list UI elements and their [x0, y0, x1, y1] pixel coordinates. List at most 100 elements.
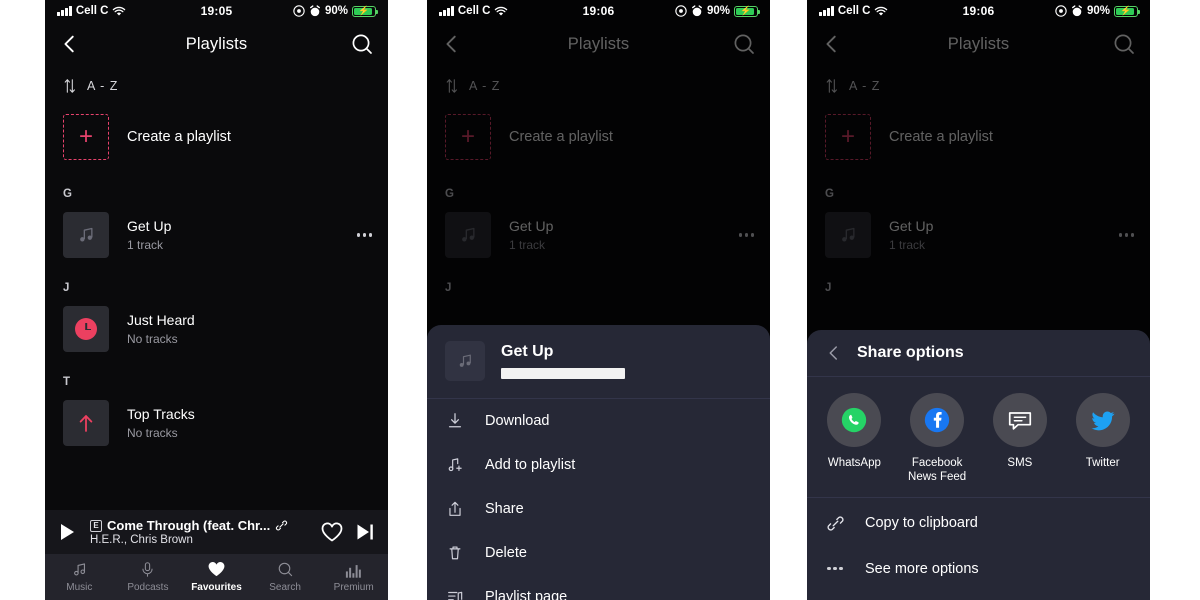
search-button[interactable]	[1112, 32, 1136, 56]
chevron-left-icon	[826, 35, 836, 53]
microphone-icon	[139, 561, 156, 578]
search-icon	[1114, 34, 1134, 54]
create-playlist-button[interactable]: + Create a playlist	[45, 104, 388, 170]
screen-playlists-list: Cell C 19:05 90% ⚡ Playlists A - Z + Cre…	[45, 0, 388, 600]
menu-item-label: Download	[485, 413, 550, 429]
redacted-subtitle	[501, 368, 625, 379]
playlist-page-icon	[445, 588, 465, 600]
playlist-text: Get Up 1 track	[509, 217, 719, 253]
tab-search[interactable]: Search	[251, 561, 320, 593]
chevron-left-icon	[64, 35, 74, 53]
sort-control[interactable]: A - Z	[45, 66, 388, 104]
playlist-text: Just Heard No tracks	[127, 311, 374, 347]
menu-item-add-to-playlist[interactable]: Add to playlist	[427, 443, 770, 487]
share-targets-grid: WhatsApp Facebook News Feed SMS Twitter	[807, 377, 1150, 497]
playlist-subtitle: 1 track	[889, 237, 926, 252]
sms-icon	[1008, 412, 1031, 430]
playlist-title: Get Up	[889, 217, 934, 234]
now-playing-bar[interactable]: E Come Through (feat. Chr... H.E.R., Chr…	[45, 510, 388, 554]
page-title: Playlists	[567, 34, 630, 53]
context-menu-header-text: Get Up	[501, 343, 752, 379]
play-icon[interactable]	[61, 524, 74, 540]
sort-control[interactable]: A - Z	[807, 66, 1150, 104]
tab-favourites[interactable]: Favourites	[182, 561, 251, 593]
share-target-sms[interactable]: SMS	[979, 393, 1062, 485]
playlist-row-get-up[interactable]: Get Up 1 track	[427, 206, 770, 264]
playlist-row-get-up[interactable]: Get Up 1 track	[45, 206, 388, 264]
nav-bar: Playlists	[807, 22, 1150, 66]
menu-item-share[interactable]: Share	[427, 487, 770, 531]
playlist-artwork	[445, 212, 491, 258]
plus-icon: +	[445, 114, 491, 160]
share-target-circle	[910, 393, 965, 447]
playlist-subtitle: No tracks	[127, 331, 178, 346]
create-playlist-label: Create a playlist	[127, 129, 231, 145]
share-target-label: Facebook News Feed	[908, 457, 967, 484]
back-button[interactable]	[441, 33, 463, 55]
tab-label: Music	[66, 582, 93, 593]
section-letter-g: G	[63, 188, 73, 200]
now-playing-meta: E Come Through (feat. Chr... H.E.R., Chr…	[90, 518, 310, 546]
playlist-row-top-tracks[interactable]: Top Tracks No tracks	[45, 394, 388, 452]
search-icon	[352, 34, 372, 54]
music-note-icon	[459, 354, 471, 367]
search-button[interactable]	[350, 32, 374, 56]
menu-item-delete[interactable]: Delete	[427, 531, 770, 575]
skip-next-icon	[357, 524, 373, 540]
favourite-button[interactable]	[320, 521, 344, 543]
chevron-left-icon[interactable]	[825, 344, 843, 362]
more-horizontal-icon[interactable]	[1117, 227, 1136, 242]
playlist-title: Get Up	[127, 217, 172, 234]
create-playlist-button[interactable]: + Create a playlist	[427, 104, 770, 170]
battery-percent-label: 90%	[324, 5, 348, 17]
sort-arrows-icon	[64, 79, 75, 93]
back-button[interactable]	[59, 33, 81, 55]
context-menu-header: Get Up	[427, 325, 770, 398]
playlist-row-get-up[interactable]: Get Up 1 track	[807, 206, 1150, 264]
playlist-artwork	[63, 212, 109, 258]
menu-item-copy-to-clipboard[interactable]: Copy to clipboard	[807, 498, 1150, 547]
tab-premium[interactable]: Premium	[319, 561, 388, 593]
tab-music[interactable]: Music	[45, 561, 114, 593]
tab-podcasts[interactable]: Podcasts	[114, 561, 183, 593]
menu-item-label: Playlist page	[485, 589, 568, 600]
alarm-icon	[309, 5, 320, 17]
search-icon	[277, 561, 294, 578]
twitter-icon	[1091, 411, 1115, 431]
sort-label: A - Z	[87, 79, 119, 93]
menu-item-see-more-options[interactable]: See more options	[807, 547, 1150, 590]
section-letter-g: G	[445, 188, 455, 200]
trash-icon	[445, 544, 465, 562]
menu-item-label: See more options	[865, 560, 979, 577]
playlist-title: Top Tracks	[127, 405, 195, 422]
back-button[interactable]	[821, 33, 843, 55]
menu-item-label: Delete	[485, 545, 527, 561]
share-options-sheet: Share options WhatsApp Facebook News Fee…	[807, 330, 1150, 600]
playlist-text: Get Up 1 track	[889, 217, 1099, 253]
location-icon	[1055, 5, 1067, 17]
share-target-facebook[interactable]: Facebook News Feed	[896, 393, 979, 485]
share-target-circle	[827, 393, 882, 447]
create-playlist-button[interactable]: + Create a playlist	[807, 104, 1150, 170]
music-note-icon	[462, 227, 475, 242]
more-horizontal-icon[interactable]	[355, 227, 374, 242]
context-menu-title: Get Up	[501, 343, 554, 360]
playlist-title: Just Heard	[127, 311, 195, 328]
battery-icon: ⚡	[734, 5, 760, 17]
status-bar-right: 90% ⚡	[1055, 5, 1140, 17]
section-letter-g: G	[825, 188, 835, 200]
skip-next-button[interactable]	[354, 521, 376, 543]
share-target-circle	[992, 393, 1047, 447]
section-letter-j: J	[825, 282, 832, 294]
menu-item-playlist-page[interactable]: Playlist page	[427, 575, 770, 600]
menu-item-download[interactable]: Download	[427, 399, 770, 443]
playlist-text: Get Up 1 track	[127, 217, 337, 253]
playlist-row-just-heard[interactable]: Just Heard No tracks	[45, 300, 388, 358]
share-target-twitter[interactable]: Twitter	[1061, 393, 1144, 485]
share-target-whatsapp[interactable]: WhatsApp	[813, 393, 896, 485]
page-title: Playlists	[947, 34, 1010, 53]
sort-control[interactable]: A - Z	[427, 66, 770, 104]
search-button[interactable]	[732, 32, 756, 56]
share-target-label: WhatsApp	[827, 457, 881, 469]
more-horizontal-icon[interactable]	[737, 227, 756, 242]
